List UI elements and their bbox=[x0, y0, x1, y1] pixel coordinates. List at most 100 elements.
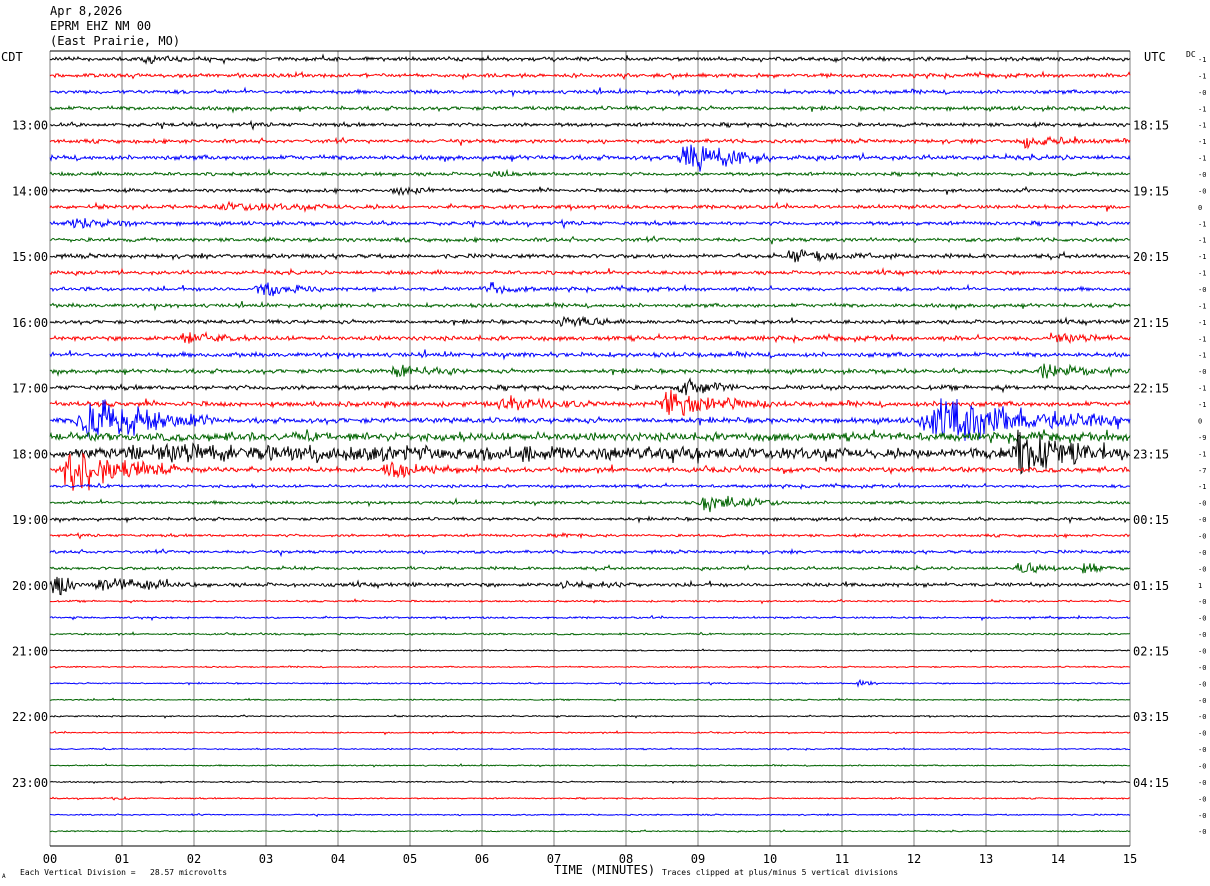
x-tick-label: 10 bbox=[763, 852, 777, 866]
trace-32 bbox=[49, 576, 1131, 596]
dc-offset-39: -0 bbox=[1198, 697, 1206, 705]
trace-33 bbox=[49, 598, 1131, 605]
axis-labels: -1 -1 -0 -1 -1 -1 -1 -0 -0 0 -1 -1 -1 -1 -0 -1 -1 -1 -1 -0 -… bbox=[12, 56, 1206, 866]
dc-offset-32: 1 bbox=[1198, 582, 1202, 590]
trace-35 bbox=[49, 631, 1131, 637]
left-hour-label: 15:00 bbox=[12, 250, 48, 264]
dc-offset-14: -0 bbox=[1198, 286, 1206, 294]
trace-34 bbox=[49, 614, 1131, 622]
dc-offset-35: -0 bbox=[1198, 631, 1206, 639]
x-tick-label: 12 bbox=[907, 852, 921, 866]
trace-7 bbox=[49, 168, 1131, 178]
trace-36 bbox=[49, 647, 1131, 653]
trace-28 bbox=[49, 515, 1131, 525]
trace-41 bbox=[49, 730, 1131, 736]
dc-offset-33: -0 bbox=[1198, 598, 1206, 606]
left-hour-label: 14:00 bbox=[12, 184, 48, 198]
dc-offset-20: -1 bbox=[1198, 385, 1206, 393]
left-hour-label: 13:00 bbox=[12, 119, 48, 133]
dc-offset-45: -0 bbox=[1198, 795, 1206, 803]
dc-offset-13: -1 bbox=[1198, 270, 1206, 278]
right-hour-label: 23:15 bbox=[1133, 447, 1169, 461]
x-tick-label: 01 bbox=[115, 852, 129, 866]
dc-offset-15: -1 bbox=[1198, 302, 1206, 310]
trace-30 bbox=[49, 548, 1131, 558]
dc-offset-11: -1 bbox=[1198, 237, 1206, 245]
dc-offset-41: -0 bbox=[1198, 730, 1206, 738]
trace-20 bbox=[49, 377, 1131, 396]
trace-16 bbox=[49, 315, 1131, 328]
dc-offset-34: -0 bbox=[1198, 615, 1206, 623]
x-tick-label: 04 bbox=[331, 852, 345, 866]
dc-offset-16: -1 bbox=[1198, 319, 1206, 327]
right-hour-label: 02:15 bbox=[1133, 645, 1169, 659]
x-tick-label: 05 bbox=[403, 852, 417, 866]
trace-18 bbox=[49, 349, 1131, 361]
dc-offset-46: -0 bbox=[1198, 812, 1206, 820]
dc-offset-42: -0 bbox=[1198, 746, 1206, 754]
dc-offset-43: -0 bbox=[1198, 763, 1206, 771]
trace-37 bbox=[49, 665, 1130, 670]
dc-offset-1: -1 bbox=[1198, 72, 1206, 80]
trace-11 bbox=[49, 235, 1131, 245]
dc-offset-12: -1 bbox=[1198, 253, 1206, 261]
trace-4 bbox=[49, 119, 1131, 131]
right-hour-label: 19:15 bbox=[1133, 184, 1169, 198]
dc-offset-8: -0 bbox=[1198, 187, 1206, 195]
dc-offset-47: -0 bbox=[1198, 828, 1206, 836]
x-axis-title: TIME (MINUTES) bbox=[554, 863, 656, 877]
left-hour-label: 16:00 bbox=[12, 316, 48, 330]
dc-offset-31: -0 bbox=[1198, 565, 1206, 573]
trace-42 bbox=[49, 747, 1130, 751]
seismic-traces bbox=[49, 53, 1131, 833]
right-hour-label: 03:15 bbox=[1133, 710, 1169, 724]
trace-6 bbox=[49, 144, 1131, 172]
left-hour-label: 18:00 bbox=[12, 447, 48, 461]
dc-offset-37: -0 bbox=[1198, 664, 1206, 672]
trace-9 bbox=[49, 200, 1130, 213]
trace-14 bbox=[49, 281, 1131, 297]
dc-offset-36: -0 bbox=[1198, 648, 1206, 656]
dc-offset-38: -0 bbox=[1198, 680, 1206, 688]
dc-offset-23: -9 bbox=[1198, 434, 1206, 442]
left-hour-label: 17:00 bbox=[12, 382, 48, 396]
x-tick-label: 13 bbox=[979, 852, 993, 866]
dc-offset-22: 0 bbox=[1198, 418, 1202, 426]
trace-3 bbox=[49, 104, 1131, 114]
x-tick-label: 03 bbox=[259, 852, 273, 866]
right-hour-label: 21:15 bbox=[1133, 316, 1169, 330]
trace-46 bbox=[50, 812, 1131, 818]
left-hour-label: 19:00 bbox=[12, 513, 48, 527]
dc-offset-18: -1 bbox=[1198, 352, 1206, 360]
left-hour-label: 23:00 bbox=[12, 776, 48, 790]
seismogram-plot: -1 -1 -0 -1 -1 -1 -1 -0 -0 0 -1 -1 -1 -1 -0 -1 -1 -1 -1 -0 -… bbox=[12, 50, 1206, 866]
dc-offset-28: -0 bbox=[1198, 516, 1206, 524]
x-tick-label: 14 bbox=[1051, 852, 1065, 866]
dc-offset-40: -0 bbox=[1198, 713, 1206, 721]
dc-offset-2: -0 bbox=[1198, 89, 1206, 97]
dc-offset-0: -1 bbox=[1198, 56, 1206, 64]
dc-offset-30: -0 bbox=[1198, 549, 1206, 557]
dc-offset-26: -1 bbox=[1198, 483, 1206, 491]
trace-47 bbox=[49, 829, 1131, 833]
dc-offset-6: -1 bbox=[1198, 155, 1206, 163]
trace-17 bbox=[49, 331, 1131, 345]
trace-44 bbox=[49, 780, 1131, 785]
dc-offset-44: -0 bbox=[1198, 779, 1206, 787]
dc-offset-24: -1 bbox=[1198, 450, 1206, 458]
trace-13 bbox=[49, 267, 1131, 278]
x-tick-label: 02 bbox=[187, 852, 201, 866]
trace-12 bbox=[49, 248, 1131, 263]
dc-offset-27: -0 bbox=[1198, 500, 1206, 508]
right-hour-label: 04:15 bbox=[1133, 776, 1169, 790]
x-tick-label: 11 bbox=[835, 852, 849, 866]
right-hour-label: 00:15 bbox=[1133, 513, 1169, 527]
right-hour-label: 01:15 bbox=[1133, 579, 1169, 593]
trace-39 bbox=[49, 697, 1131, 702]
trace-29 bbox=[49, 531, 1131, 540]
corner-mark: A bbox=[2, 873, 6, 880]
x-tick-label: 00 bbox=[43, 852, 57, 866]
trace-40 bbox=[49, 714, 1131, 719]
left-hour-label: 22:00 bbox=[12, 710, 48, 724]
dc-offset-25: -7 bbox=[1198, 467, 1206, 475]
